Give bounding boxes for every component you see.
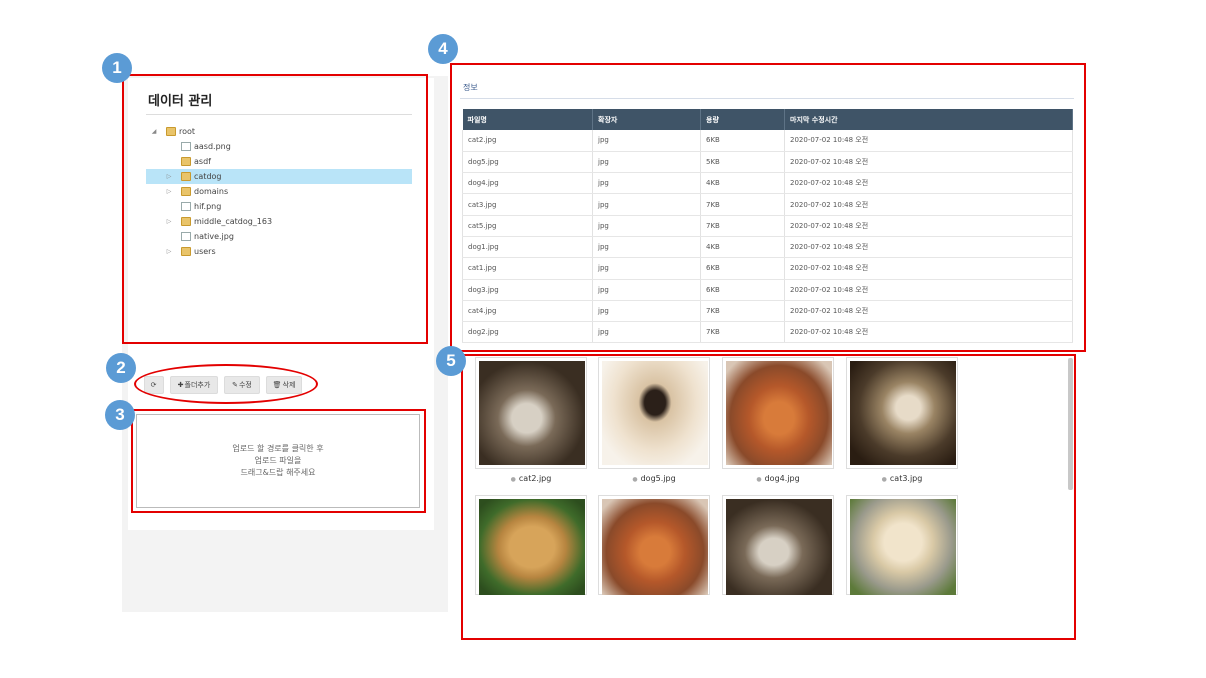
annotation-ellipse-2 (134, 364, 318, 404)
annotation-badge-2: 2 (106, 353, 136, 383)
annotation-box-1 (122, 74, 428, 344)
annotation-box-5 (461, 354, 1076, 640)
annotation-badge-1: 1 (102, 53, 132, 83)
annotation-badge-4: 4 (428, 34, 458, 64)
annotation-badge-5: 5 (436, 346, 466, 376)
annotation-box-3 (131, 409, 426, 513)
annotation-box-4 (450, 63, 1086, 352)
annotation-badge-3: 3 (105, 400, 135, 430)
